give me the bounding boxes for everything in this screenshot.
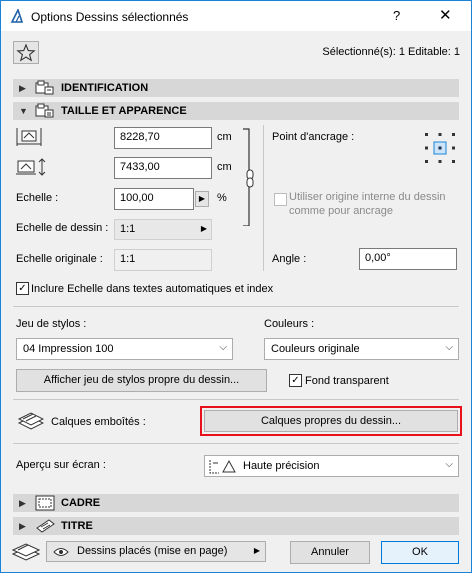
star-icon [16,43,36,62]
colors-select[interactable]: Couleurs originale ⌵ [264,338,459,360]
scale-field[interactable]: 100,00 [114,188,194,210]
use-origin-label: Utiliser origine interne du dessin comme… [289,191,446,217]
section-taille-apparence[interactable]: ▼ TAILLE ET APPARENCE [13,102,459,120]
section-identification[interactable]: ▶ IDENTIFICATION [13,79,459,97]
transparent-bg-checkbox[interactable]: ✓ [289,374,302,387]
use-origin-checkbox[interactable] [274,193,287,206]
divider [13,443,459,444]
divider [13,399,459,400]
arrow-right-icon: ▶ [198,194,206,203]
favorites-button[interactable] [13,41,39,64]
cancel-button[interactable]: Annuler [290,541,370,564]
chevron-down-icon: ⌵ [219,342,227,353]
checkmark-icon: ✓ [291,375,300,386]
anchor-label: Point d'ancrage : [272,131,355,143]
preview-select[interactable]: Haute précision ⌵ [204,455,459,477]
preview-value: Haute précision [243,460,320,472]
angle-field[interactable]: 0,00° [359,248,457,270]
section-title: TITRE [61,520,93,532]
chevron-down-icon: ⌵ [445,459,453,470]
placed-drawings-icon [12,543,40,561]
height-field[interactable]: 7433,00 [114,157,212,179]
drawing-scale-value: 1:1 [120,223,136,235]
section-title: TAILLE ET APPARENCE [61,105,187,117]
layers-label: Calques emboîtés : [51,416,146,428]
expand-arrow-icon: ▶ [19,521,26,531]
title-bar: Options Dessins sélectionnés ? ✕ [1,1,471,31]
original-scale-label: Echelle originale : [16,253,103,265]
chain-link-icon[interactable] [241,128,263,226]
eye-icon [53,548,69,556]
expand-arrow-icon: ▶ [19,498,26,508]
section-title: IDENTIFICATION [61,82,149,94]
own-layers-button[interactable]: Calques propres du dessin... [204,410,458,432]
width-field[interactable]: 8228,70 [114,127,212,149]
expand-arrow-icon: ▶ [19,83,26,93]
title-icon [36,519,55,533]
section-titre[interactable]: ▶ TITRE [13,517,459,535]
window-title: Options Dessins sélectionnés [31,10,189,24]
width-icon [16,128,42,146]
pen-set-value: 04 Impression 100 [23,343,114,355]
include-scale-checkbox[interactable]: ✓ [16,282,29,295]
archicad-app-icon [10,9,24,23]
pen-set-label: Jeu de stylos : [16,318,87,330]
arrow-right-icon: ▶ [253,546,260,555]
size-appearance-icon [35,103,54,118]
drawing-scale-label: Echelle de dessin : [16,222,109,234]
scale-arrow-button[interactable]: ▶ [195,191,209,207]
scale-unit: % [217,192,227,204]
checkmark-icon: ✓ [18,283,27,294]
scale-label: Echelle : [16,192,59,204]
preview-label: Aperçu sur écran : [16,459,106,471]
preview-quality-icon [209,459,236,474]
dialog-window: Options Dessins sélectionnés ? ✕ Sélecti… [0,0,472,573]
placed-drawings-label: Dessins placés (mise en page) [77,545,228,557]
chevron-down-icon: ⌵ [445,342,453,353]
selection-info: Sélectionné(s): 1 Editable: 1 [322,46,460,58]
section-title: CADRE [61,497,101,509]
layers-icon [18,412,44,430]
width-unit: cm [217,131,232,143]
divider [13,306,459,307]
transparent-bg-label: Fond transparent [305,375,389,387]
close-button[interactable]: ✕ [439,6,452,24]
drawing-scale-select[interactable]: 1:1 ▶ [114,219,212,240]
arrow-right-icon: ▶ [200,224,207,233]
identification-icon [35,80,54,95]
vertical-divider [263,125,264,271]
section-cadre[interactable]: ▶ CADRE [13,494,459,512]
show-pens-button[interactable]: Afficher jeu de stylos propre du dessin.… [16,369,267,392]
help-button[interactable]: ? [393,8,400,23]
frame-icon [35,495,55,511]
height-unit: cm [217,161,232,173]
angle-label: Angle : [272,253,307,265]
pen-set-select[interactable]: 04 Impression 100 ⌵ [16,338,233,360]
anchor-point-grid[interactable] [424,132,456,164]
collapse-arrow-icon: ▼ [19,106,28,116]
ok-button[interactable]: OK [381,541,459,564]
placed-drawings-select[interactable]: Dessins placés (mise en page) ▶ [46,541,266,562]
include-scale-label: Inclure Echelle dans textes automatiques… [31,283,274,295]
height-icon [16,158,46,176]
colors-value: Couleurs originale [271,343,360,355]
original-scale-field: 1:1 [114,249,212,271]
colors-label: Couleurs : [264,318,315,330]
